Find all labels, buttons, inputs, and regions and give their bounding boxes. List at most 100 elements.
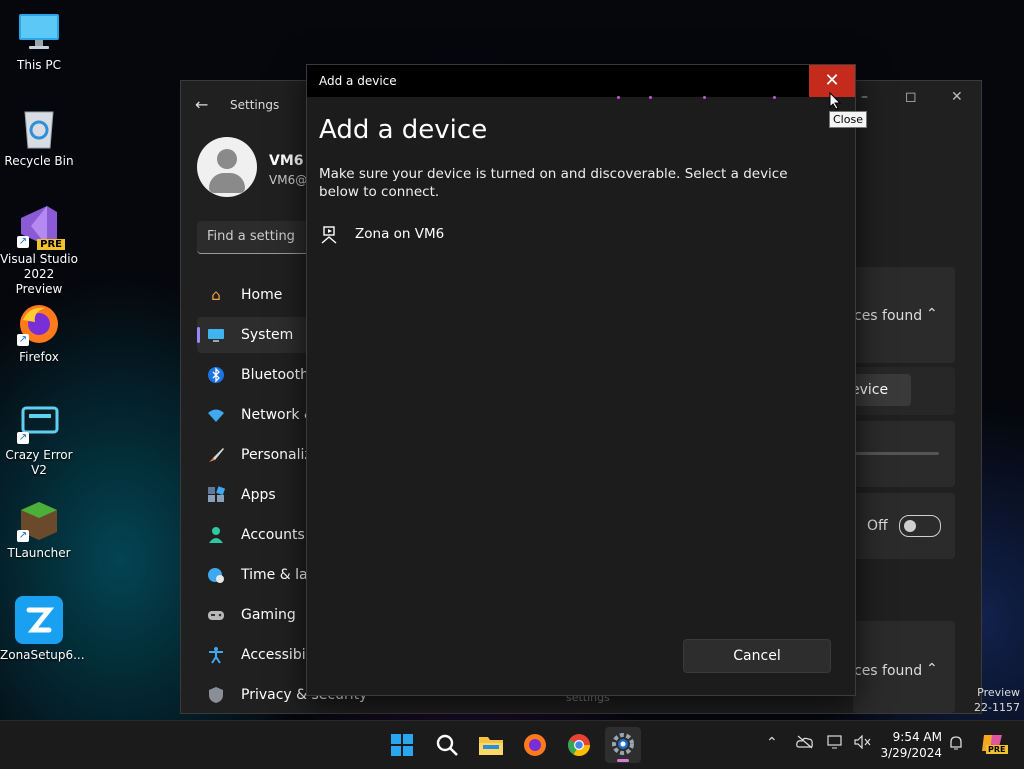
system-clock[interactable]: 9:54 AM 3/29/2024	[878, 729, 942, 761]
desktop-icon-label: Crazy Error V2	[5, 448, 73, 477]
add-device-button[interactable]: evice	[851, 374, 911, 406]
search-icon	[429, 734, 465, 767]
sidebar-item-label: System	[241, 327, 294, 343]
desktop-icon-zonasetup[interactable]: ZonaSetup6...	[0, 596, 85, 663]
watermark-line-1: Preview	[977, 686, 1020, 699]
zona-icon	[15, 596, 63, 644]
dialog-description: Make sure your device is turned on and d…	[319, 166, 788, 200]
shortcut-arrow-icon: ↗	[17, 236, 29, 248]
add-device-dialog: Add a device ✕ Add a device Make sure yo…	[306, 64, 856, 696]
crazy-error-icon: ↗	[17, 400, 61, 444]
cancel-button[interactable]: Cancel	[683, 639, 831, 673]
sidebar-item-label: Network &	[241, 407, 315, 423]
person-icon	[207, 526, 225, 544]
monitor-icon	[207, 326, 225, 344]
desktop-icon-visual-studio[interactable]: PRE ↗ Visual Studio 2022 Preview	[0, 204, 78, 297]
dialog-window-title: Add a device	[319, 74, 397, 88]
firefox-taskbar-button[interactable]	[517, 727, 553, 763]
desktop-icon-recycle-bin[interactable]: Recycle Bin	[0, 106, 78, 169]
dialog-heading: Add a device	[319, 115, 488, 145]
desktop-icon-this-pc[interactable]: This PC	[0, 10, 78, 73]
chrome-taskbar-button[interactable]	[561, 727, 597, 763]
copilot-icon[interactable]: PRE	[980, 731, 1008, 759]
user-name: VM6	[269, 153, 304, 169]
toggle-label: Off	[867, 518, 888, 534]
desktop-icon-label: This PC	[17, 58, 61, 72]
pre-badge: PRE	[37, 239, 65, 250]
sidebar-item-label: Home	[241, 287, 283, 303]
gamepad-icon	[207, 606, 225, 624]
firefox-icon	[517, 734, 553, 767]
device-list-item[interactable]: Zona on VM6	[319, 225, 839, 255]
sidebar-item-label: Accounts	[241, 527, 305, 543]
wifi-icon	[207, 406, 225, 424]
desktop-icon-label: Firefox	[19, 350, 59, 364]
sidebar-item-label: Apps	[241, 487, 276, 503]
avatar[interactable]	[197, 137, 257, 197]
back-arrow-icon[interactable]: ←	[195, 95, 208, 114]
volume-muted-icon[interactable]	[854, 734, 872, 753]
recycle-bin-icon	[17, 106, 61, 150]
search-placeholder: Find a setting	[207, 229, 295, 244]
watermark-line-2: 22-1157	[974, 701, 1020, 714]
accessibility-icon	[207, 646, 225, 664]
bluetooth-icon	[207, 366, 225, 384]
sidebar-item-label: Gaming	[241, 607, 296, 623]
sidebar-item-label: Bluetooth	[241, 367, 309, 383]
chevron-up-icon[interactable]: ⌃	[766, 735, 778, 751]
slider-track[interactable]	[853, 452, 939, 455]
visual-studio-icon: PRE ↗	[17, 204, 65, 250]
mouse-cursor-icon	[829, 91, 842, 114]
monitor-icon	[17, 10, 61, 54]
shortcut-arrow-icon: ↗	[17, 334, 29, 346]
close-icon[interactable]: ✕	[951, 89, 963, 105]
desktop-icon-firefox[interactable]: ↗ Firefox	[0, 302, 78, 365]
maximize-icon[interactable]: ◻	[905, 89, 917, 105]
desktop-icon-label: Visual Studio 2022 Preview	[0, 252, 78, 296]
start-button[interactable]	[384, 727, 420, 763]
onedrive-offline-icon[interactable]	[796, 735, 814, 753]
gear-icon	[605, 733, 641, 767]
taskbar: ⌃ 9:54 AM 3/29/2024 PRE	[0, 720, 1024, 769]
user-email: VM6@	[269, 173, 308, 187]
windows-logo-icon	[384, 734, 420, 767]
cast-display-icon	[319, 225, 339, 245]
desktop-icon-label: TLauncher	[7, 546, 71, 560]
devices-found-text: ces found	[854, 308, 923, 324]
firefox-icon: ↗	[17, 302, 61, 346]
display-network-icon[interactable]	[827, 735, 845, 753]
desktop-icon-tlauncher[interactable]: ↗ TLauncher	[0, 498, 78, 561]
chevron-up-icon[interactable]: ⌃	[926, 306, 938, 322]
device-name: Zona on VM6	[355, 226, 445, 242]
selection-indicator	[197, 327, 200, 343]
desktop-icon-label: Recycle Bin	[4, 154, 74, 168]
bell-icon[interactable]	[948, 735, 964, 755]
paintbrush-icon	[207, 446, 225, 464]
file-explorer-button[interactable]	[473, 727, 509, 763]
pre-badge: PRE	[986, 745, 1008, 754]
add-device-button-label: evice	[851, 382, 889, 398]
tlauncher-icon: ↗	[17, 498, 61, 542]
chevron-up-icon[interactable]: ⌃	[926, 661, 938, 677]
home-icon: ⌂	[211, 286, 221, 304]
clock-date: 3/29/2024	[880, 746, 942, 760]
settings-taskbar-button[interactable]	[605, 727, 641, 763]
close-icon: ✕	[824, 70, 840, 91]
toggle-switch[interactable]	[899, 515, 941, 537]
shortcut-arrow-icon: ↗	[17, 530, 29, 542]
minimize-icon[interactable]: –	[861, 89, 868, 105]
desktop-icon-label: ZonaSetup6...	[0, 648, 85, 662]
devices-found-text: ces found	[854, 663, 923, 679]
clock-time: 9:54 AM	[892, 730, 942, 744]
progress-dots	[307, 96, 855, 99]
dialog-titlebar[interactable]: Add a device ✕	[307, 65, 855, 97]
settings-title: Settings	[230, 98, 280, 112]
active-indicator	[617, 759, 629, 762]
desktop-icon-crazy-error[interactable]: ↗ Crazy Error V2	[0, 400, 78, 478]
apps-icon	[207, 486, 226, 504]
folder-icon	[473, 737, 509, 767]
search-button[interactable]	[429, 727, 465, 763]
chrome-icon	[561, 734, 597, 767]
shortcut-arrow-icon: ↗	[17, 432, 29, 444]
globe-clock-icon	[207, 566, 225, 584]
